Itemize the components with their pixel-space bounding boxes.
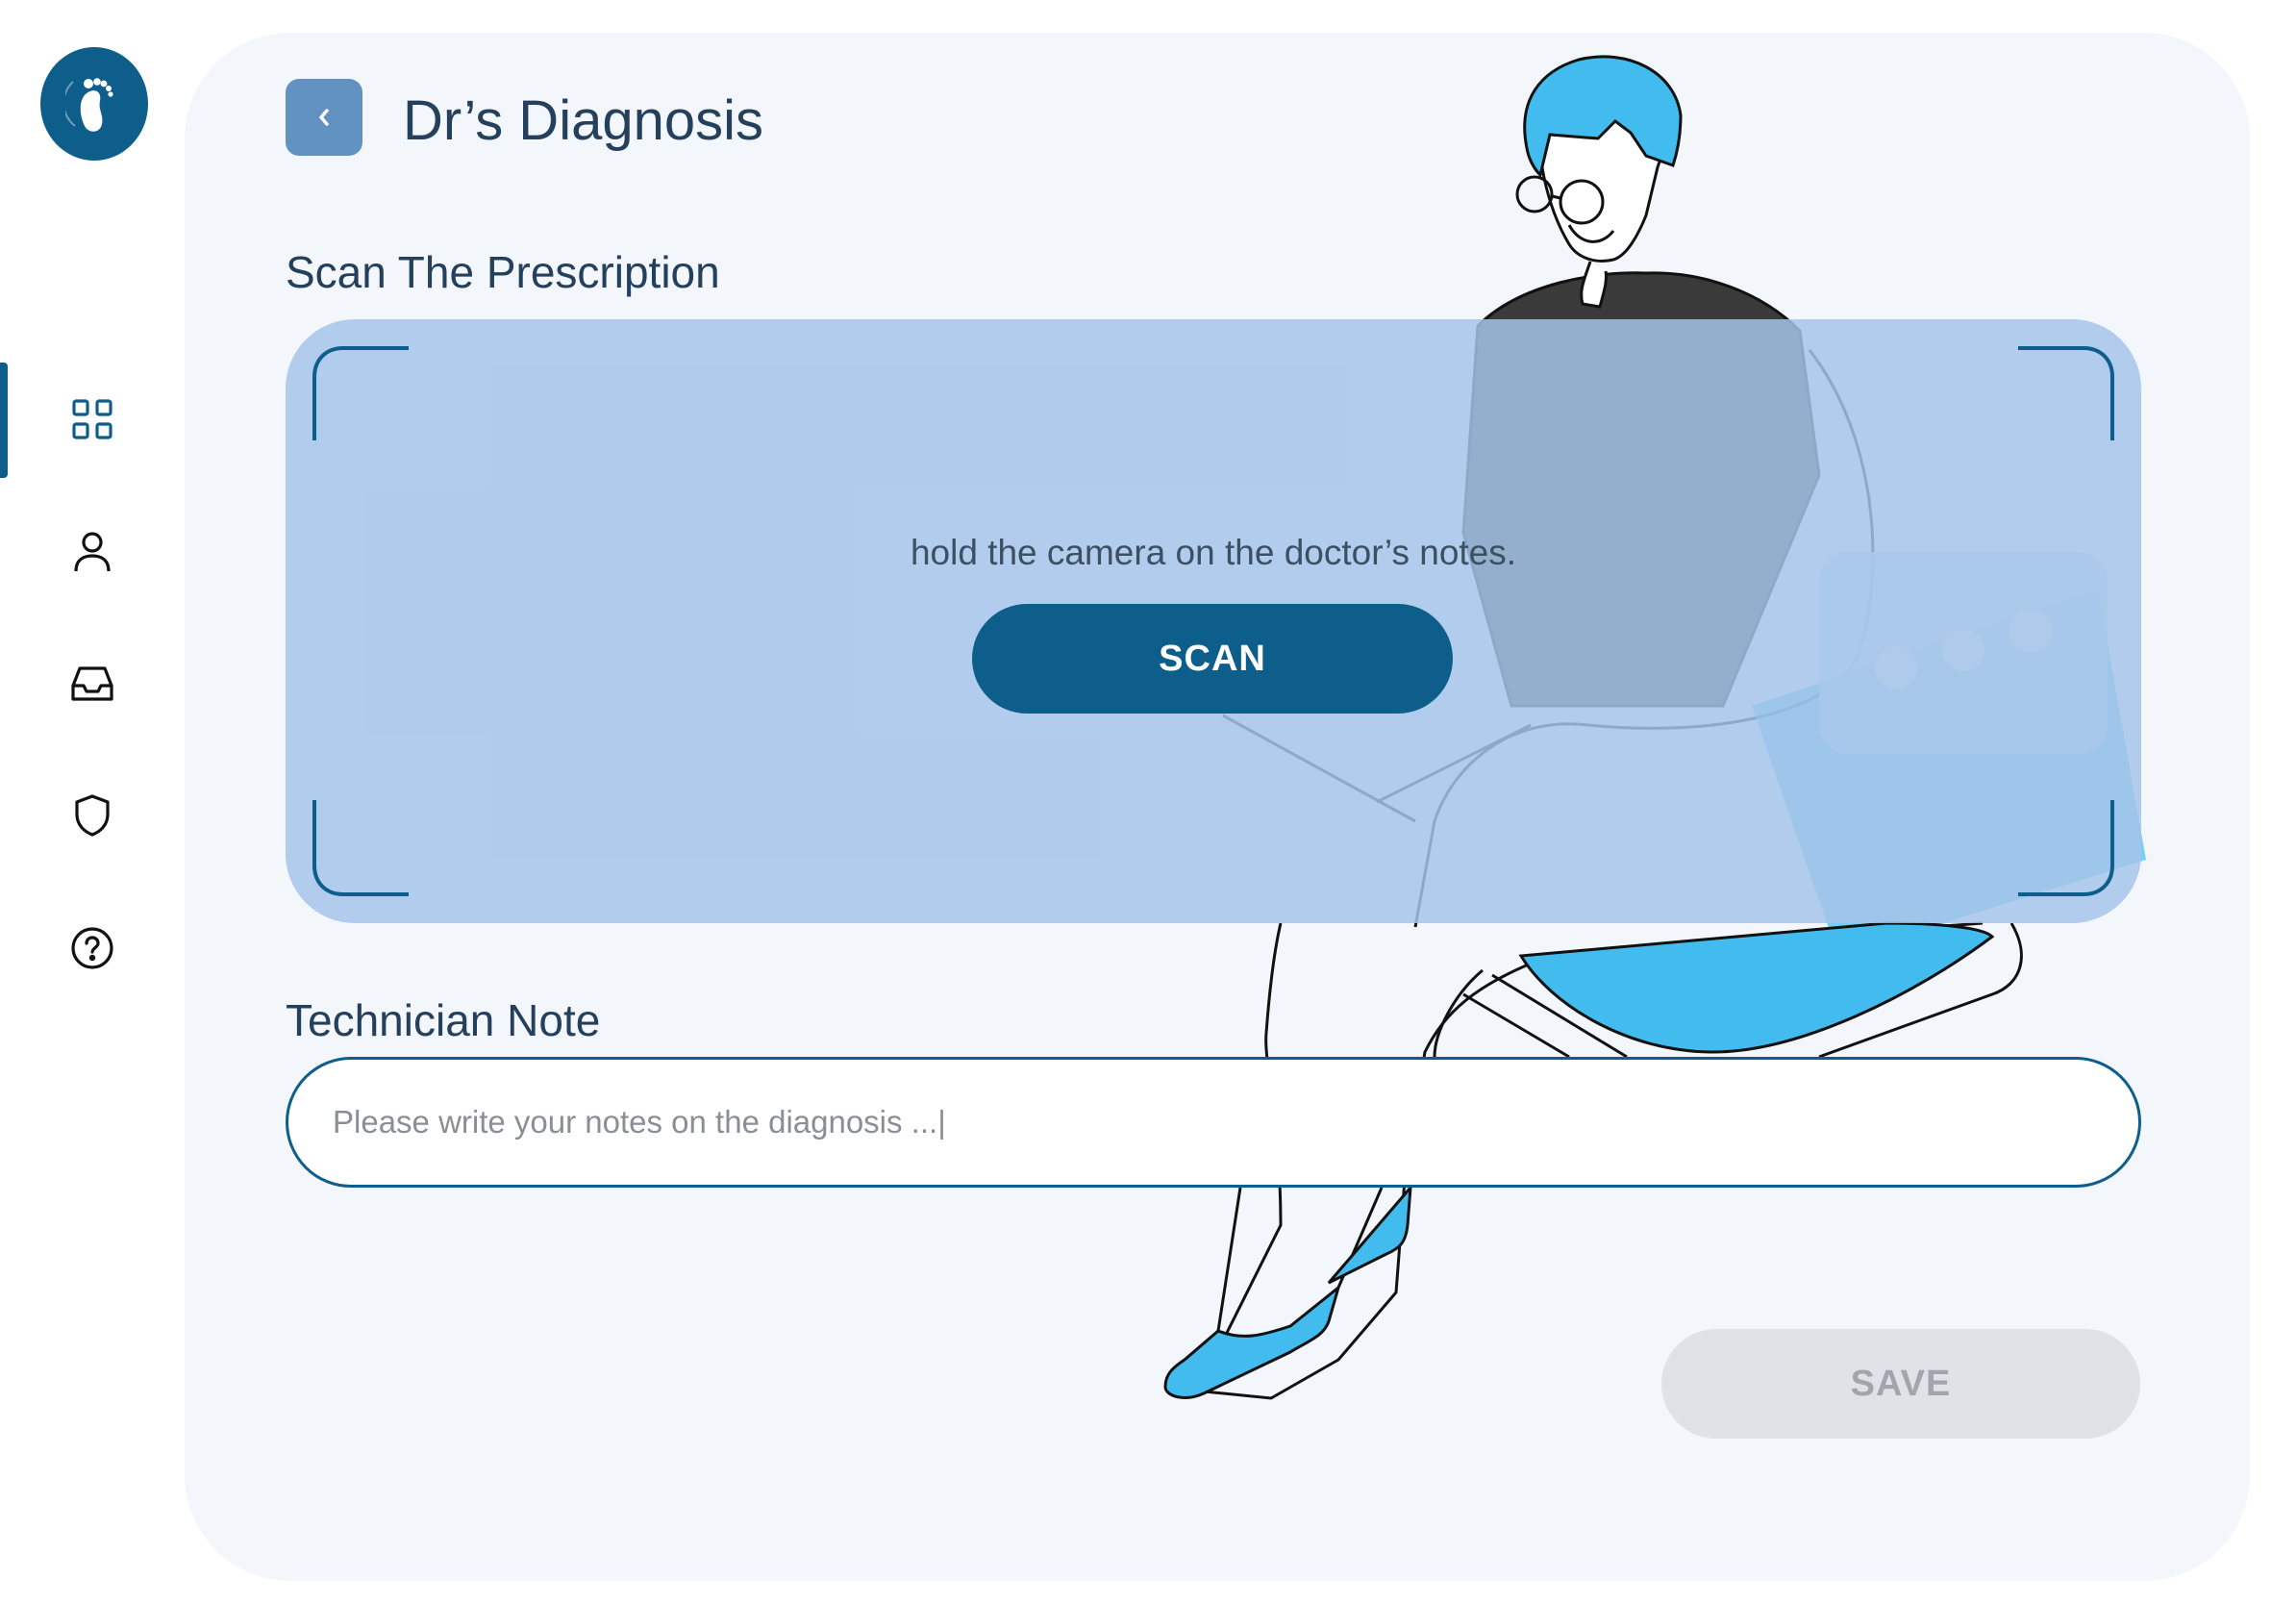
sidebar-item-profile[interactable]: [58, 517, 127, 587]
viewfinder-corner-top-right: [2018, 346, 2114, 440]
inbox-icon: [71, 666, 113, 701]
main-panel: Dr’s Diagnosis Scan The Prescription hol…: [185, 33, 2250, 1581]
scan-viewfinder: hold the camera on the doctor’s notes. S…: [286, 319, 2141, 923]
sidebar-item-security[interactable]: [58, 781, 127, 850]
save-button[interactable]: SAVE: [1661, 1329, 2140, 1439]
sidebar-item-dashboard[interactable]: [58, 385, 127, 454]
footprint-icon: [65, 78, 113, 132]
viewfinder-corner-bottom-left: [312, 800, 409, 896]
viewfinder-corner-bottom-right: [2018, 800, 2114, 896]
chevron-left-icon: [319, 109, 329, 126]
viewfinder-corner-top-left: [312, 346, 409, 440]
page-title: Dr’s Diagnosis: [403, 89, 763, 152]
back-button[interactable]: [286, 79, 362, 156]
sidebar-item-inbox[interactable]: [58, 649, 127, 718]
help-circle-icon: [71, 927, 113, 969]
user-icon: [74, 532, 111, 572]
scan-instruction: hold the camera on the doctor’s notes.: [910, 533, 1517, 572]
sidebar: [0, 0, 183, 1604]
sidebar-item-help[interactable]: [58, 914, 127, 983]
shield-icon: [75, 794, 110, 837]
scan-button[interactable]: SCAN: [972, 604, 1453, 714]
active-nav-indicator: [0, 363, 8, 478]
scan-section-title: Scan The Prescription: [286, 247, 720, 297]
technician-note-input[interactable]: [286, 1057, 2141, 1188]
technician-note-title: Technician Note: [286, 995, 601, 1045]
app-logo[interactable]: [40, 47, 148, 161]
grid-icon: [72, 399, 112, 439]
